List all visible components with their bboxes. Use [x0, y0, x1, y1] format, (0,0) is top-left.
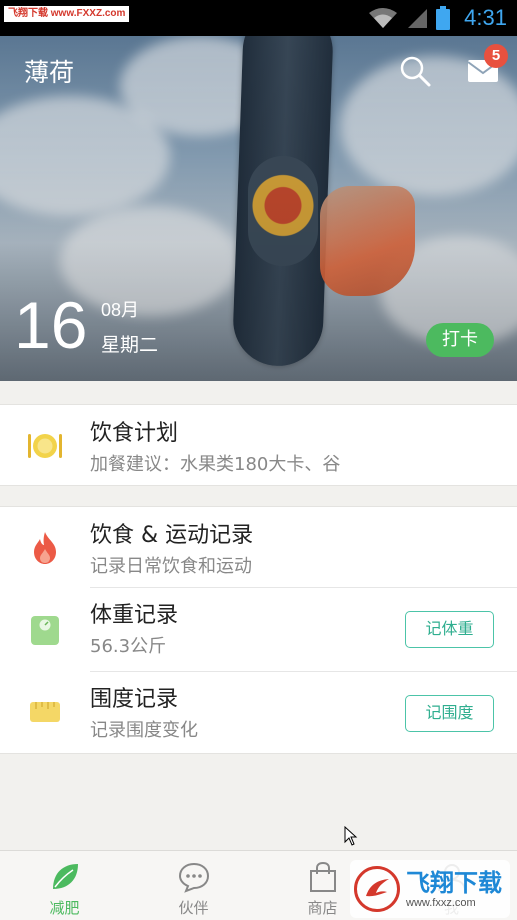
diet-exercise-record-title: 饮食 & 运动记录 [90, 523, 254, 548]
log-weight-button[interactable]: 记体重 [405, 611, 494, 648]
diet-exercise-record-row[interactable]: 饮食 & 运动记录 记录日常饮食和运动 [0, 507, 517, 587]
notification-badge: 5 [484, 44, 508, 68]
date-month: 08月 [101, 300, 140, 320]
nav-item-lose-weight[interactable]: 减肥 [0, 851, 129, 920]
watermark-logo-url: www.fxxz.com [406, 897, 476, 909]
signal-icon [408, 9, 428, 28]
records-card: 饮食 & 运动记录 记录日常饮食和运动 体重记录 56.3公斤 记体重 围度记录… [0, 506, 517, 754]
date-weekday: 星期二 [101, 334, 159, 356]
watermark-logo-text: 飞翔下载 [406, 869, 502, 897]
clock: 4:31 [464, 5, 507, 30]
mouse-cursor-icon [344, 826, 358, 846]
nav-label: 伙伴 [178, 899, 209, 917]
diet-plan-card[interactable]: 饮食计划 加餐建议：水果类180大卡、谷 [0, 404, 517, 486]
girth-record-title: 围度记录 [90, 687, 179, 712]
diet-exercise-record-subtitle: 记录日常饮食和运动 [90, 556, 252, 577]
diet-plan-row[interactable]: 饮食计划 加餐建议：水果类180大卡、谷 [0, 405, 517, 485]
battery-icon [436, 6, 451, 30]
nav-item-partners[interactable]: 伙伴 [129, 851, 258, 920]
flame-icon [26, 529, 64, 567]
checkin-button[interactable]: 打卡 [426, 323, 494, 357]
date-day: 16 [14, 288, 88, 362]
app-title: 薄荷 [24, 58, 75, 87]
watermark-banner: 飞翔下载 www.FXXZ.com [4, 6, 130, 22]
leaf-icon [52, 864, 78, 889]
log-girth-button[interactable]: 记围度 [405, 695, 494, 732]
weight-record-value: 56.3公斤 [90, 636, 167, 657]
wifi-icon [369, 8, 398, 28]
search-icon[interactable] [398, 54, 432, 88]
nav-label: 减肥 [49, 899, 80, 917]
diet-plan-subtitle: 加餐建议：水果类180大卡、谷 [90, 454, 341, 475]
status-bar: 飞翔下载 www.FXXZ.com 4:31 [0, 0, 517, 36]
girth-record-subtitle: 记录围度变化 [90, 720, 198, 741]
weight-record-row[interactable]: 体重记录 56.3公斤 记体重 [0, 587, 517, 671]
tape-measure-icon [26, 693, 64, 731]
watermark-logo-icon [354, 866, 400, 912]
chat-bubble-icon [178, 862, 209, 893]
shopping-bag-icon [309, 861, 336, 892]
scale-icon [26, 611, 64, 649]
weight-record-title: 体重记录 [90, 603, 179, 628]
diet-plan-title: 饮食计划 [90, 421, 179, 446]
plate-cutlery-icon [26, 427, 64, 465]
girth-record-row[interactable]: 围度记录 记录围度变化 记围度 [0, 671, 517, 753]
watermark-logo: 飞翔下载 www.fxxz.com [350, 860, 510, 918]
status-icons: 4:31 [368, 0, 507, 36]
